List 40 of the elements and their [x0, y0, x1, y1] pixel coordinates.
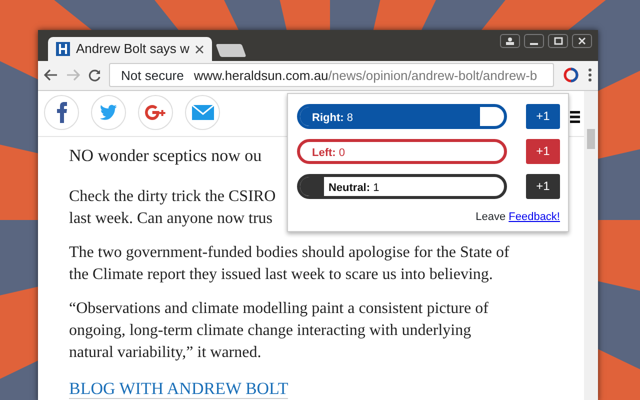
maximize-button[interactable] — [548, 34, 568, 48]
share-button[interactable] — [44, 94, 79, 130]
browser-tab[interactable]: Andrew Bolt says w — [48, 37, 212, 62]
extension-icon[interactable] — [562, 66, 580, 84]
envelope-icon — [192, 104, 214, 120]
plus-one-button[interactable]: +1 — [526, 174, 560, 198]
facebook-icon — [56, 102, 66, 122]
share-button[interactable] — [185, 94, 220, 130]
article-paragraph: “Observations and climate modelling paint a consistent picture of ongoing, long-term climate change interacting with underlying natural variability,” it warned. — [69, 299, 488, 363]
menu-icon[interactable] — [588, 68, 592, 82]
address-bar[interactable]: Not secure www.heraldsun.com.au/news/opinion/andrew-bolt/andrew-b — [109, 63, 554, 88]
site-icon — [56, 42, 70, 56]
maximize-icon — [554, 37, 562, 45]
scrollbar[interactable] — [584, 90, 598, 400]
feedback-text: Leave Feedback! — [474, 210, 560, 224]
article-lead: NO wonder sceptics now ou — [69, 144, 262, 167]
url-text: www.heraldsun.com.au/news/opinion/andrew-bolt/andrew-b — [194, 66, 538, 85]
vote-label: Neutral: 1 — [328, 180, 380, 196]
back-icon[interactable] — [44, 69, 58, 82]
article-paragraph: The two government-funded bodies should apologise for the State of the Climate report they issued last week to scare us into believing. — [69, 243, 510, 285]
minimize-button[interactable] — [524, 34, 544, 48]
reload-icon[interactable] — [88, 68, 101, 82]
close-icon[interactable] — [195, 44, 204, 54]
bird-icon — [100, 104, 118, 120]
plus-one-button[interactable]: +1 — [526, 138, 560, 164]
blog-link[interactable]: BLOG WITH ANDREW BOLT — [69, 379, 288, 399]
security-label: Not secure — [121, 66, 184, 85]
new-tab-button[interactable] — [216, 44, 247, 58]
share-button[interactable] — [138, 94, 173, 130]
scrollbar-thumb[interactable] — [587, 128, 595, 148]
feedback-link[interactable]: Feedback! — [508, 210, 560, 222]
vote-label: Left: 0 — [312, 146, 346, 160]
google-plus-icon — [145, 104, 166, 120]
article-paragraph: Check the dirty trick the CSIRO last week. Can anyone now trus — [69, 187, 276, 229]
plus-one-button[interactable]: +1 — [526, 104, 560, 128]
profile-icon[interactable] — [500, 34, 520, 48]
menu-icon[interactable] — [570, 110, 580, 122]
close-icon — [578, 37, 586, 45]
close-button[interactable] — [572, 34, 592, 48]
vote-label: Right: 8 — [312, 110, 353, 126]
